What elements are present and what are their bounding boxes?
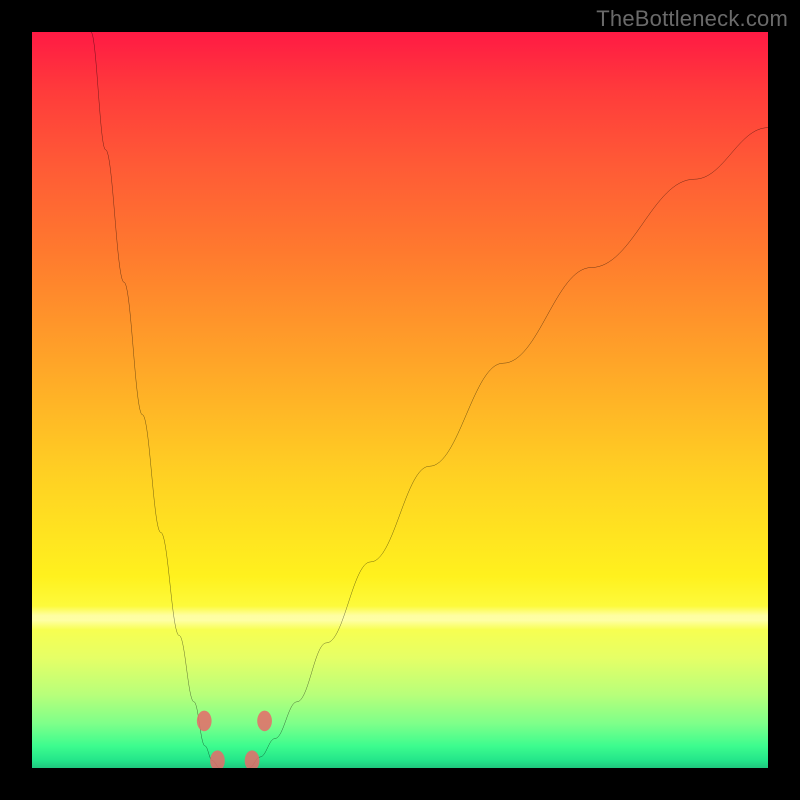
curve-left (91, 32, 220, 768)
marker-dot (257, 711, 272, 732)
curve-right (249, 128, 768, 768)
marker-dot (210, 750, 225, 768)
marker-dot (197, 711, 212, 732)
watermark-text: TheBottleneck.com (596, 6, 788, 32)
marker-dot (245, 750, 260, 768)
chart-area (32, 32, 768, 768)
marker-group (197, 711, 272, 768)
chart-svg (32, 32, 768, 768)
